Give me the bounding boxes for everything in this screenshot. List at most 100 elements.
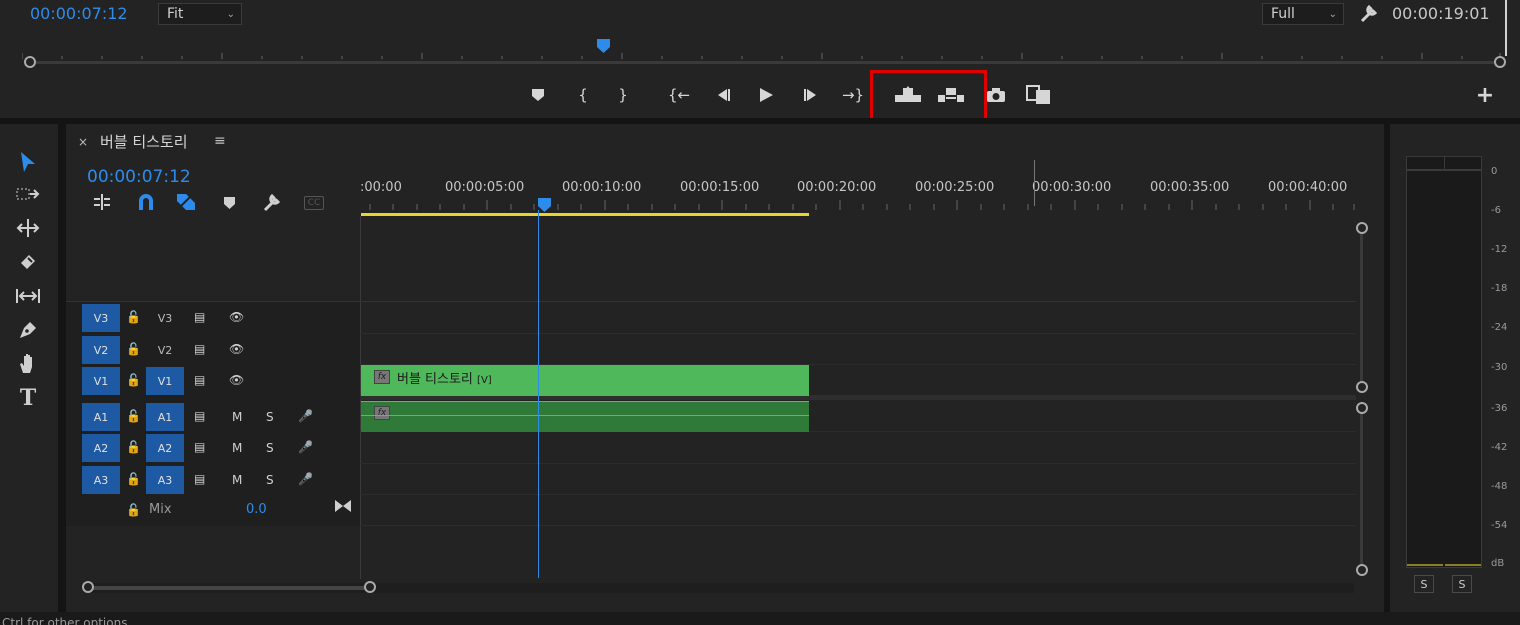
solo-left-button[interactable]: S xyxy=(1414,575,1434,593)
mix-value[interactable]: 0.0 xyxy=(246,502,267,517)
microphone-icon[interactable]: 🎤 xyxy=(298,472,313,486)
comparison-view-button[interactable] xyxy=(1026,84,1052,106)
video-scroll-handle-bottom[interactable] xyxy=(1356,381,1368,393)
go-to-out-button[interactable]: →} xyxy=(842,84,864,106)
wrench-icon[interactable] xyxy=(1358,3,1380,25)
pen-tool-button[interactable] xyxy=(14,316,42,344)
microphone-icon[interactable]: 🎤 xyxy=(298,440,313,454)
audio-scroll-handle-top[interactable] xyxy=(1356,402,1368,414)
track-target-a1[interactable]: A1 xyxy=(146,403,184,431)
audio-clip[interactable]: fx xyxy=(361,401,809,432)
fx-badge[interactable]: fx xyxy=(374,370,390,384)
monitor-scroll-handle-right[interactable] xyxy=(1494,56,1506,68)
add-marker-button[interactable] xyxy=(527,84,549,106)
track-select-forward-tool-button[interactable] xyxy=(14,180,42,208)
solo-button[interactable]: S xyxy=(266,441,274,455)
monitor-current-timecode[interactable]: 00:00:07:12 xyxy=(30,4,128,23)
source-patch-a2[interactable]: A2 xyxy=(82,434,120,462)
video-clip[interactable]: fx 버블 티스토리 [V] xyxy=(361,365,809,396)
sync-lock-icon[interactable]: ▤ xyxy=(194,342,205,356)
source-patch-a1[interactable]: A1 xyxy=(82,403,120,431)
monitor-playhead[interactable] xyxy=(597,38,610,53)
go-to-pan-button[interactable] xyxy=(334,498,352,512)
video-scroll-handle-top[interactable] xyxy=(1356,222,1368,234)
sync-lock-icon[interactable]: ▤ xyxy=(194,310,205,324)
resolution-select[interactable]: Full ⌄ xyxy=(1262,3,1344,25)
step-back-button[interactable] xyxy=(712,84,734,106)
solo-button[interactable]: S xyxy=(266,473,274,487)
track-target-v3[interactable]: V3 xyxy=(146,304,184,332)
panel-menu-button[interactable]: ≡ xyxy=(214,133,226,149)
lift-button[interactable] xyxy=(895,84,921,106)
add-marker-button-timeline[interactable] xyxy=(223,195,237,209)
mute-button[interactable]: M xyxy=(232,473,242,487)
mute-button[interactable]: M xyxy=(232,410,242,424)
lock-icon[interactable]: 🔓 xyxy=(126,373,141,387)
hand-tool-button[interactable] xyxy=(14,350,42,378)
sequence-tab-title[interactable]: 버블 티스토리 xyxy=(100,131,188,152)
solo-right-button[interactable]: S xyxy=(1452,575,1472,593)
zoom-select[interactable]: Fit ⌄ xyxy=(158,3,242,25)
timeline-playhead[interactable] xyxy=(538,197,551,212)
lock-icon[interactable]: 🔓 xyxy=(126,503,141,517)
audio-scroll-handle-bottom[interactable] xyxy=(1356,564,1368,576)
snap-button[interactable] xyxy=(136,193,156,211)
step-forward-button[interactable] xyxy=(800,84,822,106)
track-target-v1[interactable]: V1 xyxy=(146,367,184,395)
timeline-timecode[interactable]: 00:00:07:12 xyxy=(87,167,191,187)
solo-button[interactable]: S xyxy=(266,410,274,424)
sync-lock-icon[interactable]: ▤ xyxy=(194,409,205,423)
slip-tool-button[interactable] xyxy=(14,282,42,310)
source-patch-a3[interactable]: A3 xyxy=(82,466,120,494)
type-tool-button[interactable]: T xyxy=(14,384,42,412)
add-button[interactable]: + xyxy=(1474,82,1496,108)
plus-icon: + xyxy=(1475,82,1495,108)
timeline-zoom-handle-right[interactable] xyxy=(364,581,376,593)
monitor-zoom-scrollbar[interactable] xyxy=(30,61,1500,64)
mark-in-button[interactable]: { xyxy=(572,84,594,106)
video-tracks-scrollbar[interactable] xyxy=(1360,228,1363,388)
eye-icon[interactable]: 👁 xyxy=(229,342,244,356)
audio-tracks-scrollbar[interactable] xyxy=(1360,408,1363,570)
lock-icon[interactable]: 🔓 xyxy=(126,409,141,423)
lock-icon[interactable]: 🔓 xyxy=(126,342,141,356)
track-target-v2[interactable]: V2 xyxy=(146,336,184,364)
close-sequence-tab-button[interactable]: × xyxy=(78,135,88,149)
export-frame-button[interactable] xyxy=(985,84,1007,106)
extract-button[interactable] xyxy=(938,84,964,106)
audio-clip-volume-line[interactable] xyxy=(361,415,809,416)
source-patch-v3[interactable]: V3 xyxy=(82,304,120,332)
sync-lock-icon[interactable]: ▤ xyxy=(194,373,205,387)
monitor-time-ruler[interactable] xyxy=(21,44,1502,59)
lock-icon[interactable]: 🔓 xyxy=(126,472,141,486)
go-to-in-button[interactable]: {← xyxy=(668,84,690,106)
fx-badge[interactable]: fx xyxy=(374,406,390,420)
mute-button[interactable]: M xyxy=(232,441,242,455)
lock-icon[interactable]: 🔓 xyxy=(126,310,141,324)
monitor-scroll-handle-left[interactable] xyxy=(24,56,36,68)
selection-tool-button[interactable] xyxy=(14,148,42,176)
nest-insert-button[interactable] xyxy=(92,193,112,211)
timeline-zoom-handle-left[interactable] xyxy=(82,581,94,593)
source-patch-v1[interactable]: V1 xyxy=(82,367,120,395)
timeline-settings-button[interactable] xyxy=(262,193,282,213)
ripple-edit-tool-button[interactable] xyxy=(14,214,42,242)
play-button[interactable] xyxy=(755,84,777,106)
track-target-a3[interactable]: A3 xyxy=(146,466,184,494)
track-target-a2[interactable]: A2 xyxy=(146,434,184,462)
eye-icon[interactable]: 👁 xyxy=(229,373,244,387)
playhead-line[interactable] xyxy=(538,210,539,578)
sync-lock-icon[interactable]: ▤ xyxy=(194,472,205,486)
panel-divider-vertical[interactable] xyxy=(58,124,66,612)
linked-selection-button[interactable] xyxy=(176,193,196,211)
mark-out-button[interactable]: } xyxy=(612,84,634,106)
razor-tool-button[interactable] xyxy=(14,248,42,276)
captions-icon[interactable]: CC xyxy=(304,196,324,210)
microphone-icon[interactable]: 🎤 xyxy=(298,409,313,423)
eye-icon[interactable]: 👁 xyxy=(229,310,244,324)
lock-icon[interactable]: 🔓 xyxy=(126,440,141,454)
timeline-zoom-thumb[interactable] xyxy=(88,586,372,590)
source-patch-v2[interactable]: V2 xyxy=(82,336,120,364)
timeline-ruler[interactable]: :00:00 00:00:05:00 00:00:10:00 00:00:15:… xyxy=(360,160,1360,214)
sync-lock-icon[interactable]: ▤ xyxy=(194,440,205,454)
